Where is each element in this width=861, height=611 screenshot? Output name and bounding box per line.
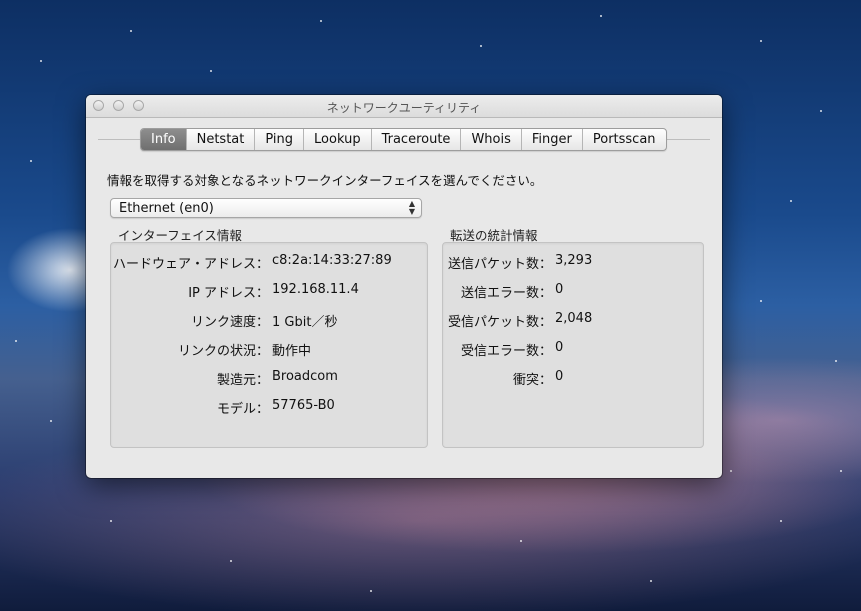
info-value: 192.168.11.4 — [272, 282, 359, 297]
star — [520, 540, 522, 542]
star — [130, 30, 132, 32]
transfer-stats-box: 送信パケット数： 3,293 送信エラー数： 0 受信パケット数： 2,048 … — [442, 242, 704, 448]
updown-chevron-icon: ▲ ▼ — [408, 199, 415, 216]
tab-ping[interactable]: Ping — [255, 129, 305, 150]
info-label: リンク速度： — [190, 315, 269, 330]
star — [780, 520, 782, 522]
stats-label: 送信パケット数： — [447, 257, 552, 272]
stats-row: 衝突： 0 — [443, 369, 703, 388]
tab-lookup[interactable]: Lookup — [304, 129, 372, 150]
stats-row: 受信パケット数： 2,048 — [443, 311, 703, 330]
star — [230, 560, 232, 562]
info-label: リンクの状況： — [177, 344, 269, 359]
star — [15, 340, 17, 342]
info-value: 動作中 — [272, 344, 312, 359]
star — [650, 580, 652, 582]
window-title: ネットワークユーティリティ — [326, 101, 482, 115]
star — [480, 45, 482, 47]
star — [320, 20, 322, 22]
tab-finger[interactable]: Finger — [522, 129, 583, 150]
stats-value: 3,293 — [555, 253, 593, 268]
info-value: c8:2a:14:33:27:89 — [272, 253, 392, 268]
star — [730, 470, 732, 472]
network-utility-window: ネットワークユーティリティ Info Netstat Ping Lookup T… — [86, 95, 722, 478]
stats-value: 0 — [555, 369, 564, 384]
tab-netstat[interactable]: Netstat — [187, 129, 256, 150]
stats-row: 送信エラー数： 0 — [443, 282, 703, 301]
stats-row: 受信エラー数： 0 — [443, 340, 703, 359]
stats-value: 2,048 — [555, 311, 593, 326]
star — [50, 420, 52, 422]
star — [760, 300, 762, 302]
info-value: 1 Gbit／秒 — [272, 315, 338, 330]
stats-value: 0 — [555, 282, 564, 297]
title-bar[interactable]: ネットワークユーティリティ — [86, 95, 722, 118]
interface-prompt-text: 情報を取得する対象となるネットワークインターフェイスを選んでください。 — [107, 173, 543, 188]
tab-info[interactable]: Info — [141, 129, 187, 150]
star — [110, 520, 112, 522]
info-row: IP アドレス： 192.168.11.4 — [111, 282, 427, 301]
star — [760, 40, 762, 42]
star — [40, 60, 42, 62]
star — [370, 590, 372, 592]
tab-bar: Info Netstat Ping Lookup Traceroute Whoi… — [140, 128, 667, 151]
info-label: モデル： — [216, 402, 269, 417]
star — [210, 70, 212, 72]
stats-label: 送信エラー数： — [460, 286, 552, 301]
tab-portscan[interactable]: Portsscan — [583, 129, 666, 150]
star — [600, 15, 602, 17]
info-row: リンクの状況： 動作中 — [111, 340, 427, 359]
info-value: 57765-B0 — [272, 398, 335, 413]
interface-select[interactable]: Ethernet (en0) ▲ ▼ — [110, 198, 422, 218]
stats-label: 受信パケット数： — [447, 315, 552, 330]
tab-traceroute[interactable]: Traceroute — [372, 129, 462, 150]
info-label: 製造元： — [216, 373, 269, 388]
star — [840, 470, 842, 472]
interface-info-box: ハードウェア・アドレス： c8:2a:14:33:27:89 IP アドレス： … — [110, 242, 428, 448]
info-label: ハードウェア・アドレス： — [112, 257, 269, 272]
info-row: モデル： 57765-B0 — [111, 398, 427, 417]
info-row: 製造元： Broadcom — [111, 369, 427, 388]
stats-label: 受信エラー数： — [460, 344, 552, 359]
info-row: リンク速度： 1 Gbit／秒 — [111, 311, 427, 330]
info-value: Broadcom — [272, 369, 338, 384]
stats-label: 衝突： — [512, 373, 552, 388]
stats-row: 送信パケット数： 3,293 — [443, 253, 703, 272]
star — [30, 160, 32, 162]
stats-value: 0 — [555, 340, 564, 355]
star — [835, 360, 837, 362]
star — [820, 110, 822, 112]
interface-select-value: Ethernet (en0) — [119, 201, 214, 216]
info-row: ハードウェア・アドレス： c8:2a:14:33:27:89 — [111, 253, 427, 272]
tab-whois[interactable]: Whois — [461, 129, 522, 150]
star — [790, 200, 792, 202]
info-label: IP アドレス： — [188, 286, 269, 301]
